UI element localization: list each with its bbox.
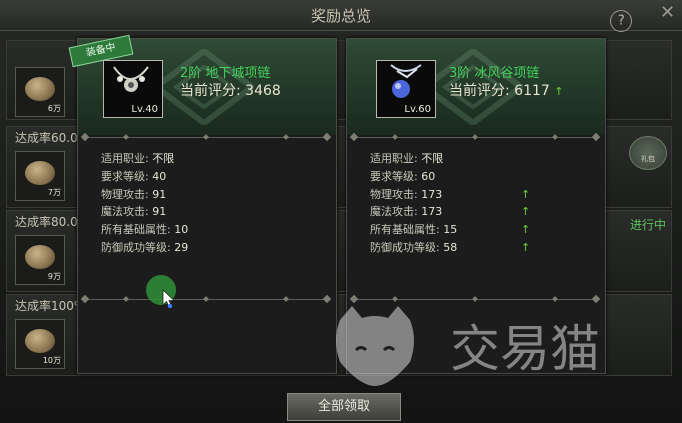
close-icon[interactable]: ✕ bbox=[660, 2, 675, 23]
stat-row: 适用职业: 不限 bbox=[370, 150, 457, 168]
title-bar: 奖励总览 ? ✕ bbox=[0, 0, 682, 37]
gold-coin-icon bbox=[25, 77, 55, 101]
stat-row: 防御成功等级: 29 bbox=[101, 239, 188, 257]
stat-value: 40 bbox=[152, 169, 167, 183]
score-label: 当前评分: bbox=[180, 83, 241, 99]
stat-label: 魔法攻击: bbox=[370, 205, 418, 219]
stat-row: 魔法攻击: 173 ↑ bbox=[370, 203, 530, 221]
divider bbox=[353, 134, 597, 140]
stat-row: 适用职业: 不限 bbox=[101, 150, 188, 168]
stat-row: 防御成功等级: 58 ↑ bbox=[370, 239, 530, 257]
gift-label: 礼包 bbox=[641, 155, 655, 163]
stat-label: 防御成功等级: bbox=[370, 240, 440, 254]
reward-amount: 10万 bbox=[42, 356, 61, 365]
gift-icon[interactable]: 礼包 bbox=[629, 136, 667, 170]
item-score: 当前评分: 6117 ↑ bbox=[449, 80, 563, 100]
watermark-logo: 交易猫 bbox=[336, 306, 600, 386]
reward-amount: 7万 bbox=[47, 188, 61, 197]
reward-amount: 6万 bbox=[47, 104, 61, 113]
up-arrow-icon: ↑ bbox=[521, 187, 531, 201]
up-arrow-icon: ↑ bbox=[521, 223, 531, 237]
necklace-icon bbox=[113, 66, 149, 92]
stat-row: 物理攻击: 91 bbox=[101, 186, 188, 204]
score-value: 6117 bbox=[514, 83, 550, 99]
stat-label: 物理攻击: bbox=[370, 187, 418, 201]
stat-row: 所有基础属性: 10 bbox=[101, 221, 188, 239]
stat-value: 15 bbox=[443, 223, 458, 237]
up-arrow-icon: ↑ bbox=[521, 240, 531, 254]
stat-value: 58 bbox=[443, 240, 458, 254]
stat-label: 所有基础属性: bbox=[370, 223, 440, 237]
stat-label: 所有基础属性: bbox=[101, 223, 171, 237]
stat-row: 要求等级: 40 bbox=[101, 168, 188, 186]
reward-slot[interactable]: 9万 bbox=[15, 235, 65, 285]
stat-label: 防御成功等级: bbox=[101, 240, 171, 254]
score-label: 当前评分: bbox=[449, 83, 510, 99]
stat-list: 适用职业: 不限 要求等级: 40 物理攻击: 91 魔法攻击: 91 所有基础… bbox=[101, 150, 188, 257]
up-arrow-icon: ↑ bbox=[521, 205, 531, 219]
item-name: 2阶 地下城项链 bbox=[180, 66, 271, 81]
status-badge: 进行中 bbox=[630, 218, 667, 232]
stat-row: 魔法攻击: 91 bbox=[101, 203, 188, 221]
stat-value: 不限 bbox=[421, 152, 444, 165]
reward-slot[interactable]: 6万 bbox=[15, 67, 65, 117]
necklace-icon bbox=[390, 64, 422, 98]
gold-coin-icon bbox=[25, 329, 55, 353]
reward-amount: 9万 bbox=[47, 272, 61, 281]
divider bbox=[84, 296, 328, 302]
help-icon-glyph: ? bbox=[617, 13, 625, 28]
gold-coin-icon bbox=[25, 245, 55, 269]
stat-label: 魔法攻击: bbox=[101, 205, 149, 219]
cursor-icon bbox=[146, 275, 176, 309]
up-arrow-icon: ↑ bbox=[554, 85, 564, 98]
stat-value: 91 bbox=[152, 205, 167, 219]
item-icon[interactable]: Lv.40 bbox=[103, 60, 163, 118]
stat-label: 要求等级: bbox=[370, 169, 418, 183]
stat-label: 物理攻击: bbox=[101, 187, 149, 201]
stat-value: 29 bbox=[174, 240, 189, 254]
stat-value: 173 bbox=[421, 187, 443, 201]
divider bbox=[84, 134, 328, 140]
row-label: 达成率100% bbox=[15, 299, 86, 313]
item-score: 当前评分: 3468 bbox=[180, 80, 281, 100]
stat-value: 不限 bbox=[152, 152, 175, 165]
stat-row: 所有基础属性: 15 ↑ bbox=[370, 221, 530, 239]
watermark-text: 交易猫 bbox=[450, 320, 600, 378]
stat-label: 适用职业: bbox=[370, 152, 418, 165]
stat-value: 173 bbox=[421, 205, 443, 219]
stat-label: 要求等级: bbox=[101, 169, 149, 183]
stat-row: 要求等级: 60 bbox=[370, 168, 457, 186]
stat-value: 60 bbox=[421, 169, 436, 183]
item-icon[interactable]: Lv.60 bbox=[376, 60, 436, 118]
stat-label: 适用职业: bbox=[101, 152, 149, 165]
reward-slot[interactable]: 7万 bbox=[15, 151, 65, 201]
claim-all-button[interactable]: 全部领取 bbox=[287, 393, 401, 421]
stat-list: 适用职业: 不限 要求等级: 60 物理攻击: 173 ↑ 魔法攻击: 173 ↑ … bbox=[370, 150, 530, 257]
item-card-equipped: 装备中 Lv.40 2阶 地下城项链 当前评分: 3468 适用职业: 不限 要… bbox=[68, 34, 337, 374]
stat-value: 91 bbox=[152, 187, 167, 201]
window-title: 奖励总览 bbox=[310, 7, 371, 25]
item-level: Lv.60 bbox=[404, 104, 431, 115]
stat-row: 物理攻击: 173 ↑ bbox=[370, 186, 530, 204]
gold-coin-icon bbox=[25, 161, 55, 185]
score-value: 3468 bbox=[245, 83, 281, 99]
item-name: 3阶 冰风谷项链 bbox=[449, 66, 540, 81]
item-level: Lv.40 bbox=[131, 104, 158, 115]
stat-value: 10 bbox=[174, 223, 189, 237]
reward-slot[interactable]: 10万 bbox=[15, 319, 65, 369]
